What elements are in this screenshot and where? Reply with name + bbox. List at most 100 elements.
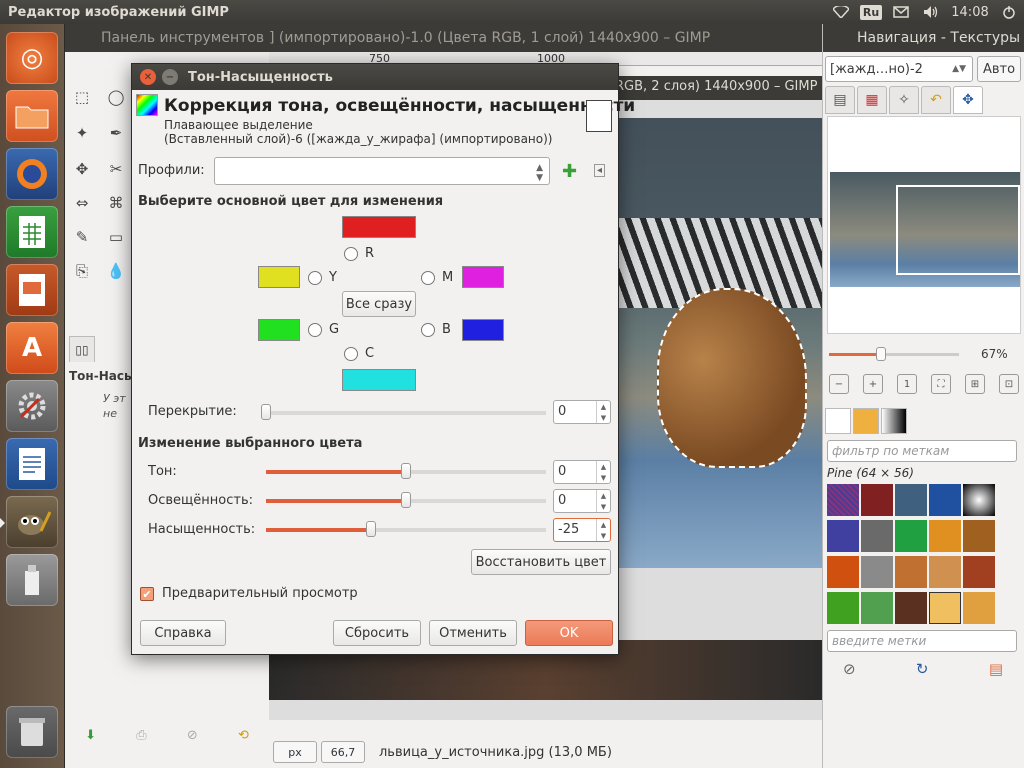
radio-green[interactable]: [308, 323, 322, 337]
trash-icon[interactable]: [6, 706, 58, 758]
pattern-swatch[interactable]: [827, 520, 859, 552]
radio-red[interactable]: [344, 247, 358, 261]
tab-layers[interactable]: ▤: [825, 86, 855, 114]
overlap-slider-handle[interactable]: [261, 404, 271, 420]
hue-spinbutton[interactable]: 0 ▲ ▼: [553, 460, 611, 484]
zoom-fit-image-icon[interactable]: ⛶: [931, 374, 951, 394]
saturation-slider[interactable]: [266, 521, 546, 537]
radio-magenta[interactable]: [421, 271, 435, 285]
pattern-swatch[interactable]: [963, 556, 995, 588]
libreoffice-calc-icon[interactable]: [6, 206, 58, 258]
preview-checkbox[interactable]: ✔: [140, 587, 154, 601]
tool-options-tab[interactable]: ▯▯: [69, 336, 95, 362]
overlap-spinbutton[interactable]: 0 ▲ ▼: [553, 400, 611, 424]
ellipse-select-icon[interactable]: ◯: [105, 86, 127, 108]
reset-options-icon[interactable]: ⟲: [238, 728, 249, 743]
fuzzy-select-icon[interactable]: ✦: [71, 122, 93, 144]
zoom-out-icon[interactable]: −: [829, 374, 849, 394]
paintbrush-icon[interactable]: ✎: [71, 226, 93, 248]
minimize-icon[interactable]: −: [162, 69, 178, 85]
pattern-swatch[interactable]: [929, 520, 961, 552]
help-button[interactable]: Справка: [140, 620, 226, 646]
clock[interactable]: 14:08: [946, 0, 994, 24]
power-icon[interactable]: [994, 0, 1024, 24]
cancel-button[interactable]: Отменить: [429, 620, 517, 646]
blur-icon[interactable]: 💧: [105, 260, 127, 282]
pattern-swatch[interactable]: [861, 520, 893, 552]
pattern-swatch[interactable]: [963, 592, 995, 624]
tab-channels[interactable]: ▦: [857, 86, 887, 114]
pattern-swatch[interactable]: [895, 520, 927, 552]
zoom-select[interactable]: 66,7: [321, 741, 365, 763]
save-options-icon[interactable]: ⬇: [85, 728, 96, 743]
tab-undo[interactable]: ↶: [921, 86, 951, 114]
files-icon[interactable]: [6, 90, 58, 142]
saturation-spinbutton[interactable]: -25 ▲ ▼: [553, 518, 611, 542]
reset-color-button[interactable]: Восстановить цвет: [471, 549, 611, 575]
system-settings-icon[interactable]: [6, 380, 58, 432]
gimp-icon[interactable]: [0, 496, 58, 548]
mail-icon[interactable]: [886, 0, 916, 24]
firefox-icon[interactable]: [6, 148, 58, 200]
zoom-one-icon[interactable]: 1: [897, 374, 917, 394]
eraser-icon[interactable]: ▭: [105, 226, 127, 248]
reset-button[interactable]: Сбросить: [333, 620, 421, 646]
wifi-icon[interactable]: [826, 0, 856, 24]
saturation-slider-handle[interactable]: [366, 521, 376, 537]
tab-brushes[interactable]: [825, 408, 851, 434]
pattern-swatch[interactable]: [861, 592, 893, 624]
clone-icon[interactable]: ⎘: [71, 260, 93, 282]
hue-slider[interactable]: [266, 463, 546, 479]
ubuntu-software-icon[interactable]: A: [6, 322, 58, 374]
delete-options-icon[interactable]: ⊘: [187, 728, 198, 743]
tag-filter-input[interactable]: фильтр по меткам: [827, 440, 1017, 462]
tab-paths[interactable]: ✧: [889, 86, 919, 114]
ok-button[interactable]: OK: [525, 620, 613, 646]
navigation-view-frame[interactable]: [896, 185, 1020, 275]
spin-arrows-icon[interactable]: ▲ ▼: [596, 401, 610, 423]
tab-navigation[interactable]: ✥: [953, 86, 983, 114]
move-icon[interactable]: ✥: [71, 158, 93, 180]
overlap-slider[interactable]: [261, 404, 546, 420]
profiles-combobox[interactable]: ▲ ▼: [214, 157, 550, 185]
libreoffice-writer-icon[interactable]: [6, 438, 58, 490]
keyboard-layout-indicator[interactable]: Ru: [856, 0, 886, 24]
paths-icon[interactable]: ✒: [105, 122, 127, 144]
hue-slider-handle[interactable]: [401, 463, 411, 479]
pattern-swatch[interactable]: [963, 520, 995, 552]
spin-arrows-icon[interactable]: ▲ ▼: [596, 490, 610, 512]
radio-yellow[interactable]: [308, 271, 322, 285]
pattern-swatch[interactable]: [895, 592, 927, 624]
tab-patterns[interactable]: [853, 408, 879, 434]
navigation-preview[interactable]: [827, 116, 1021, 334]
pattern-swatch[interactable]: [895, 556, 927, 588]
close-icon[interactable]: ✕: [140, 69, 156, 85]
pattern-swatch[interactable]: [895, 484, 927, 516]
image-select[interactable]: [жажд…но)-2 ▲▼: [825, 56, 973, 82]
profile-menu-icon[interactable]: ◂: [594, 164, 606, 177]
auto-button[interactable]: Авто: [977, 56, 1021, 82]
lightness-slider[interactable]: [266, 492, 546, 508]
usb-drive-icon[interactable]: [6, 554, 58, 606]
volume-icon[interactable]: [916, 0, 946, 24]
restore-options-icon[interactable]: ⎙: [136, 728, 146, 743]
radio-cyan[interactable]: [344, 347, 358, 361]
zoom-fill-window-icon[interactable]: ⊞: [965, 374, 985, 394]
radio-blue[interactable]: [421, 323, 435, 337]
pattern-swatch[interactable]: [827, 484, 859, 516]
rect-select-icon[interactable]: ⬚: [71, 86, 93, 108]
flip-icon[interactable]: ⇔: [71, 192, 93, 214]
pattern-swatch[interactable]: [963, 484, 995, 516]
pattern-swatch[interactable]: [827, 556, 859, 588]
pattern-swatch[interactable]: [929, 556, 961, 588]
spin-arrows-icon[interactable]: ▲ ▼: [596, 519, 610, 541]
pattern-swatch[interactable]: [827, 592, 859, 624]
zoom-slider-handle[interactable]: [876, 346, 887, 361]
lightness-slider-handle[interactable]: [401, 492, 411, 508]
open-folder-icon[interactable]: ▤: [989, 660, 1003, 678]
delete-pattern-icon[interactable]: ⊘: [843, 660, 856, 678]
pattern-swatch[interactable]: [929, 484, 961, 516]
spin-arrows-icon[interactable]: ▲ ▼: [596, 461, 610, 483]
add-profile-icon[interactable]: ✚: [562, 161, 577, 182]
refresh-icon[interactable]: ↻: [916, 660, 929, 678]
